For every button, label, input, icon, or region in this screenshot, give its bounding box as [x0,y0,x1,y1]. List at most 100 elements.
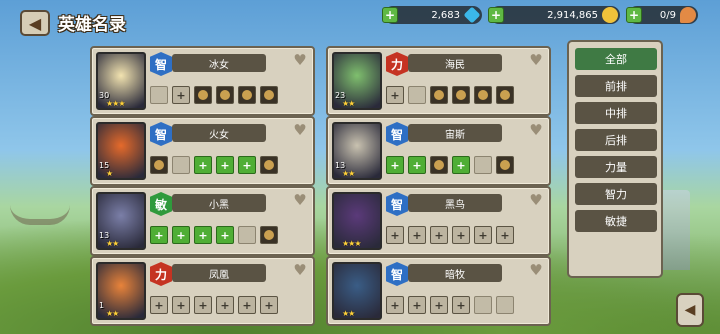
filter-button[interactable]: 后排 [575,129,657,151]
hero-name: 火女 [172,124,266,142]
filter-button[interactable]: 前排 [575,75,657,97]
hero-card[interactable]: ★★ 智 暗牧 ♥ + + + + [326,256,551,326]
equip-slot[interactable]: + [430,226,448,244]
hero-stars: ★ [106,169,113,178]
equip-slot[interactable]: + [150,226,168,244]
equip-slot[interactable] [260,86,278,104]
equip-slot[interactable]: + [386,226,404,244]
equip-slot[interactable]: + [216,156,234,174]
equip-slot[interactable]: + [194,296,212,314]
equip-slot[interactable]: + [452,156,470,174]
back-button[interactable]: ◀ [20,10,50,36]
equip-slot[interactable]: + [172,86,190,104]
hero-portrait: ★★ [332,262,382,320]
equip-slot[interactable]: + [194,226,212,244]
equip-slot[interactable] [430,86,448,104]
equip-slot[interactable] [430,156,448,174]
filter-button[interactable]: 力量 [575,156,657,178]
equip-slot[interactable]: + [216,296,234,314]
equip-slot[interactable] [496,296,514,314]
equip-slot[interactable]: + [238,296,256,314]
attribute-badge: 力 [150,262,172,286]
equip-slot[interactable] [474,156,492,174]
equip-slot[interactable]: + [496,226,514,244]
heart-icon[interactable]: ♥ [292,192,308,208]
equip-slot[interactable] [408,86,426,104]
equip-slot[interactable]: + [452,296,470,314]
equip-slot[interactable] [474,86,492,104]
equip-slot[interactable] [238,226,256,244]
hero-level: 1 [99,301,105,310]
equip-slot[interactable]: + [386,296,404,314]
hero-list: 30 ★★★ 智 冰女 ♥ + 23 ★★ 力 海民 ♥ + 15 ★ 智 火女… [90,40,560,334]
add-gems-button[interactable]: + [382,7,398,23]
filter-button[interactable]: 全部 [575,48,657,70]
equip-slot[interactable]: + [238,156,256,174]
page-title: 英雄名录 [58,15,126,35]
equip-slot[interactable]: + [408,296,426,314]
equip-slot[interactable] [260,226,278,244]
hero-stars: ★★ [342,169,355,178]
equip-slot[interactable] [496,86,514,104]
equip-slot[interactable]: + [150,296,168,314]
equipment-row: + [386,86,514,104]
gold-counter: + 2,914,865 [488,6,620,24]
equip-slot[interactable]: + [216,226,234,244]
heart-icon[interactable]: ♥ [528,122,544,138]
equip-slot[interactable] [172,156,190,174]
hero-stars: ★★★ [106,99,125,108]
equip-slot[interactable] [260,156,278,174]
equip-slot[interactable]: + [386,86,404,104]
equip-slot[interactable]: + [452,226,470,244]
equip-slot[interactable]: + [172,226,190,244]
equip-slot[interactable]: + [260,296,278,314]
equip-slot[interactable] [216,86,234,104]
hero-card[interactable]: 30 ★★★ 智 冰女 ♥ + [90,46,315,116]
equip-slot[interactable]: + [408,226,426,244]
equip-slot[interactable]: + [172,296,190,314]
equip-slot[interactable] [238,86,256,104]
equip-slot[interactable] [474,296,492,314]
hero-card[interactable]: 13 ★★ 敏 小黑 ♥ + + + + [90,186,315,256]
prev-page-button[interactable]: ◀ [676,293,704,327]
equip-slot[interactable] [452,86,470,104]
hero-card[interactable]: ★★★ 智 黑鸟 ♥ + + + + + + [326,186,551,256]
add-gold-button[interactable]: + [488,7,504,23]
stamina-counter: + 0/9 [626,6,698,24]
equip-slot[interactable]: + [408,156,426,174]
attribute-badge: 智 [150,52,172,76]
filter-button[interactable]: 智力 [575,183,657,205]
equip-slot[interactable]: + [474,226,492,244]
heart-icon[interactable]: ♥ [528,52,544,68]
equip-slot[interactable]: + [194,156,212,174]
heart-icon[interactable]: ♥ [528,262,544,278]
equip-slot[interactable]: + [386,156,404,174]
equipment-row: + [150,86,278,104]
hero-portrait: 1 ★★ [96,262,146,320]
hero-card[interactable]: 15 ★ 智 火女 ♥ + + + [90,116,315,186]
equipment-row: + + + + + + [386,226,514,244]
filter-button[interactable]: 中排 [575,102,657,124]
heart-icon[interactable]: ♥ [528,192,544,208]
equip-slot[interactable] [150,156,168,174]
add-stamina-button[interactable]: + [626,7,642,23]
hero-card[interactable]: 23 ★★ 力 海民 ♥ + [326,46,551,116]
equip-slot[interactable]: + [430,296,448,314]
equip-slot[interactable] [496,156,514,174]
heart-icon[interactable]: ♥ [292,262,308,278]
hero-name: 凤凰 [172,264,266,282]
hero-card[interactable]: 1 ★★ 力 凤凰 ♥ + + + + + + [90,256,315,326]
equip-slot[interactable] [150,86,168,104]
hero-stars: ★★ [106,309,119,318]
hero-card[interactable]: 13 ★★ 智 宙斯 ♥ + + + [326,116,551,186]
hero-stars: ★★ [342,99,355,108]
filter-button[interactable]: 敏捷 [575,210,657,232]
gold-icon [602,7,618,23]
heart-icon[interactable]: ♥ [292,52,308,68]
heart-icon[interactable]: ♥ [292,122,308,138]
hero-stars: ★★★ [342,239,361,248]
equip-slot[interactable] [194,86,212,104]
equipment-row: + + + [150,156,278,174]
attribute-badge: 敏 [150,192,172,216]
hero-name: 海民 [408,54,502,72]
